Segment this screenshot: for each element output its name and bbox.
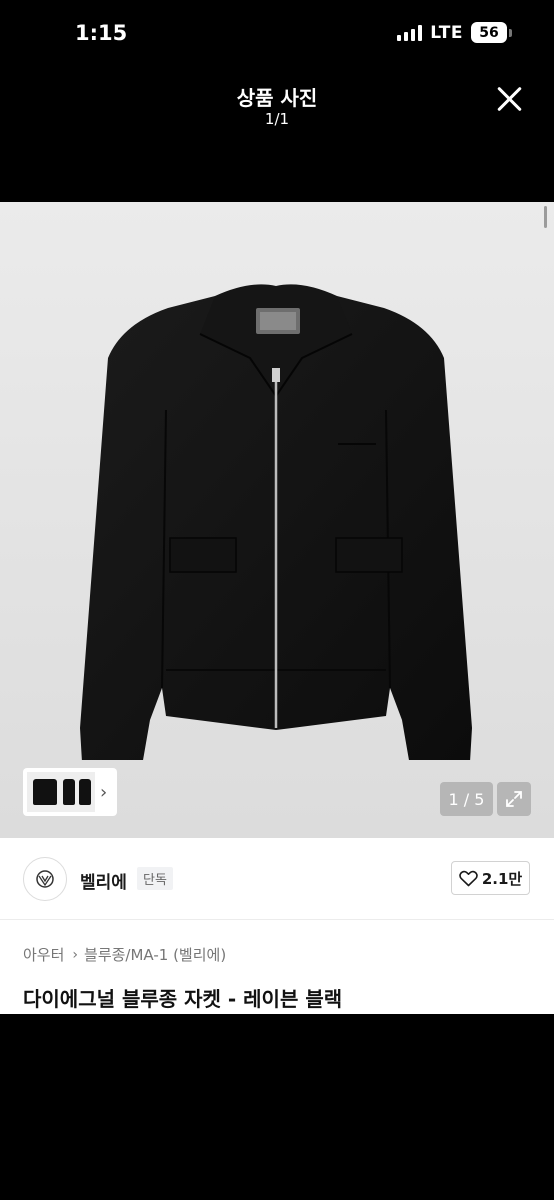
breadcrumb-category[interactable]: 아우터 xyxy=(23,944,64,965)
status-bar: 1:15 LTE 56 xyxy=(0,0,554,68)
breadcrumb-subcategory[interactable]: 블루종/MA-1 (벨리에) xyxy=(84,944,226,965)
chevron-right-icon: › xyxy=(72,946,79,963)
product-title: 다이에그널 블루종 자켓 - 레이븐 블랙 xyxy=(23,987,343,1011)
network-label: LTE xyxy=(430,22,463,43)
product-jacket-image xyxy=(80,284,472,760)
like-count: 2.1만 xyxy=(481,869,523,888)
exclusive-badge: 단독 xyxy=(137,867,173,890)
status-time: 1:15 xyxy=(75,21,128,45)
page-title: 상품 사진 xyxy=(236,86,318,110)
seller-row: 벨리에 단독 2.1만 xyxy=(0,838,554,920)
thumbnail-image[interactable] xyxy=(27,772,95,812)
battery-level: 56 xyxy=(471,22,507,43)
page-indicator: 1 / 5 xyxy=(440,782,493,816)
seller-name[interactable]: 벨리에 xyxy=(80,868,127,893)
product-gallery[interactable]: › 1 / 5 xyxy=(0,202,554,838)
scroll-indicator[interactable] xyxy=(544,206,547,228)
thumbnail-strip[interactable]: › xyxy=(23,768,117,816)
battery-icon: 56 xyxy=(471,22,512,43)
seller-avatar[interactable] xyxy=(23,857,67,901)
status-indicators: LTE 56 xyxy=(397,22,512,43)
signal-icon xyxy=(397,24,423,41)
expand-button[interactable] xyxy=(497,782,531,816)
photo-counter: 1/1 xyxy=(264,110,290,128)
chevron-right-icon[interactable]: › xyxy=(100,782,107,803)
photo-viewer-header: 상품 사진 1/1 xyxy=(0,68,554,202)
expand-icon xyxy=(506,791,522,807)
heart-icon xyxy=(459,870,478,886)
breadcrumb: 아우터 › 블루종/MA-1 (벨리에) xyxy=(23,944,226,965)
product-content: › 1 / 5 벨리에 단독 2.1만 아우터 › 블루종/MA-1 (벨리에) xyxy=(0,202,554,1014)
brand-logo-icon xyxy=(36,870,54,888)
close-button[interactable] xyxy=(494,84,524,114)
like-button[interactable]: 2.1만 xyxy=(451,861,530,895)
